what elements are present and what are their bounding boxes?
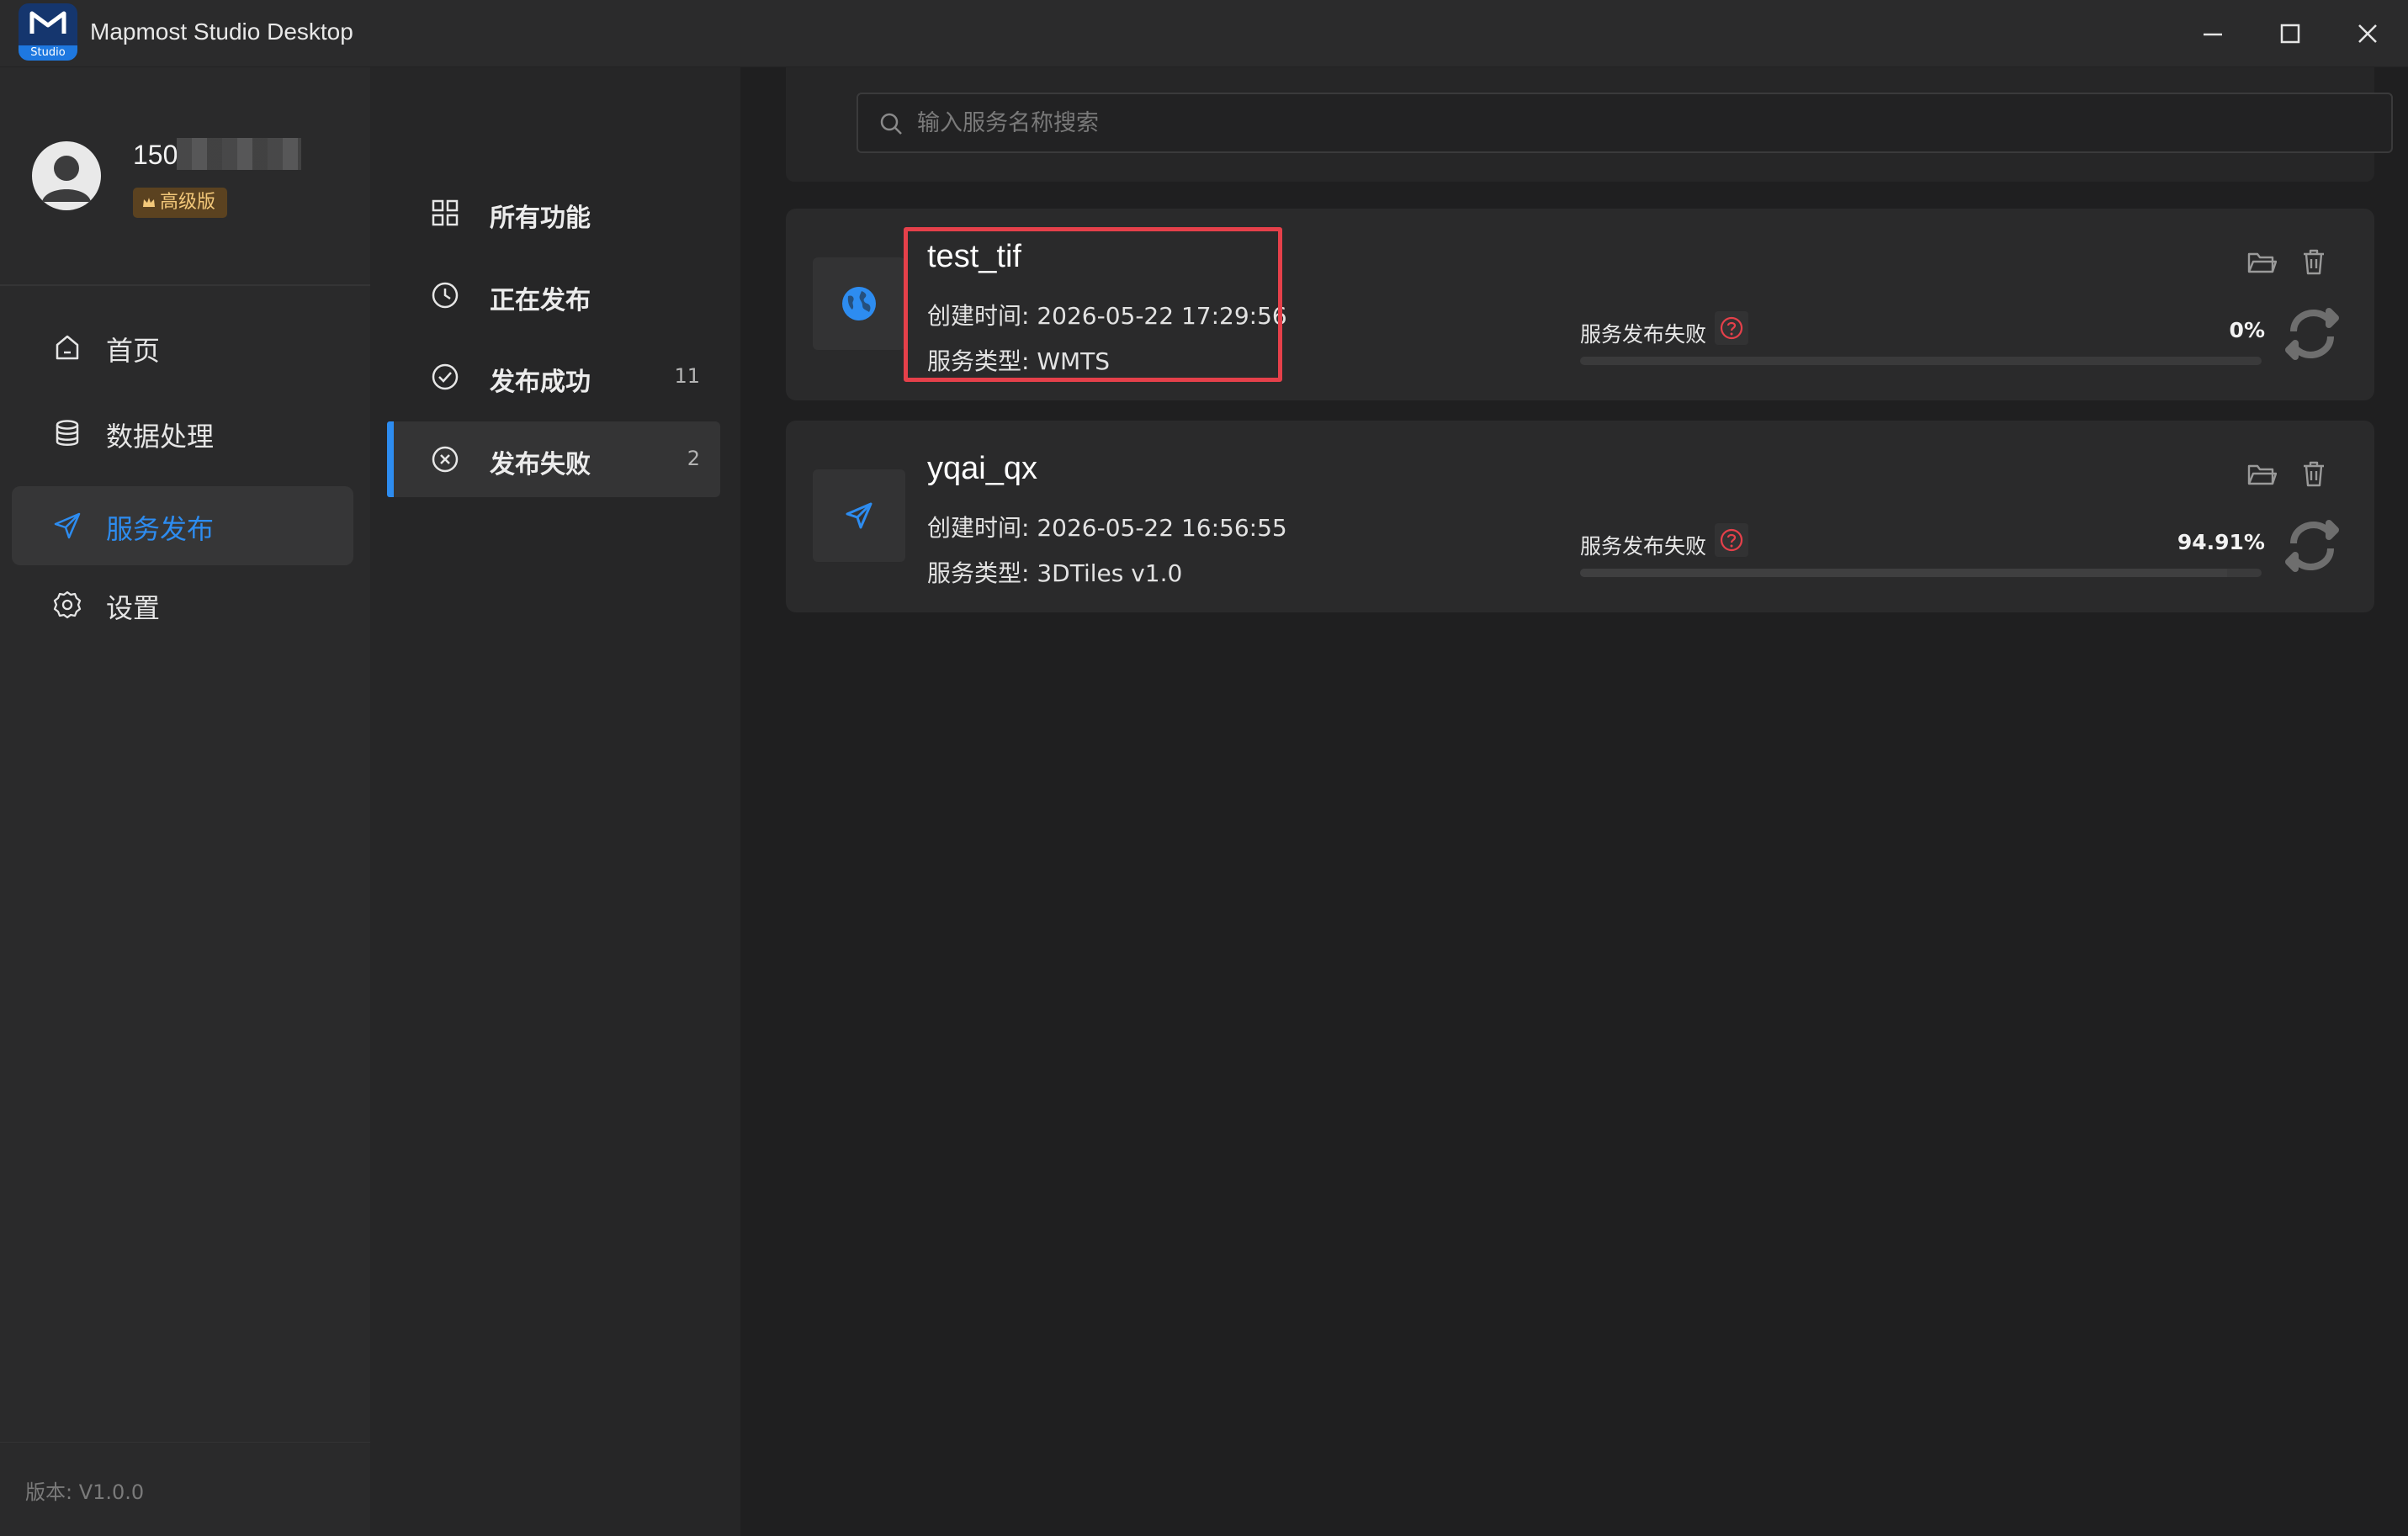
sidebar-item-label: 服务发布 xyxy=(106,513,215,545)
globe-icon xyxy=(842,287,876,320)
sidebar-divider xyxy=(0,284,370,286)
search-icon xyxy=(880,113,902,135)
error-help-button[interactable] xyxy=(1715,311,1748,345)
question-circle-icon xyxy=(1720,316,1743,340)
tier-label: 高级版 xyxy=(160,192,216,213)
sidebar-item-settings[interactable]: 设置 xyxy=(12,565,353,644)
subnav-item-count: 11 xyxy=(674,364,700,388)
trash-icon[interactable] xyxy=(2300,459,2327,488)
trash-icon[interactable] xyxy=(2300,247,2327,276)
x-circle-icon xyxy=(432,446,459,473)
subnav-item-success[interactable]: 发布成功 11 xyxy=(390,339,720,415)
progress-percent: 0% xyxy=(2229,318,2265,342)
user-name: 150 xyxy=(133,140,178,170)
maximize-button[interactable] xyxy=(2268,12,2312,56)
user-icon xyxy=(42,156,91,202)
subnav-item-all[interactable]: 所有功能 xyxy=(390,175,720,251)
progress-bar xyxy=(1580,357,2262,365)
subnav-item-label: 正在发布 xyxy=(490,286,591,315)
tier-badge: 高级版 xyxy=(133,188,228,218)
service-card[interactable]: test_tif 创建时间: 2026-05-22 17:29:56 服务类型:… xyxy=(786,209,2374,400)
error-help-button[interactable] xyxy=(1715,523,1748,557)
subnav-item-label: 发布失败 xyxy=(490,450,591,479)
app-logo: Studio xyxy=(19,3,77,61)
service-thumbnail xyxy=(813,469,905,562)
avatar[interactable] xyxy=(32,141,101,210)
status-label: 服务发布失败 xyxy=(1580,322,1707,347)
close-icon xyxy=(2358,24,2377,43)
home-icon xyxy=(56,335,79,360)
publish-subnav: 所有功能 正在发布 发布成功 11 发布失败 2 xyxy=(370,67,740,1536)
highlight-box xyxy=(904,227,1282,382)
subnav-item-count: 2 xyxy=(687,447,700,470)
main-content: test_tif 创建时间: 2026-05-22 17:29:56 服务类型:… xyxy=(740,67,2408,1536)
progress-bar xyxy=(1580,569,2262,577)
sidebar-footer-divider xyxy=(0,1442,370,1443)
version-label: 版本: V1.0.0 xyxy=(25,1480,145,1504)
progress-fill xyxy=(1580,569,2227,577)
subnav-item-label: 所有功能 xyxy=(490,204,591,233)
search-input[interactable] xyxy=(917,94,2364,151)
sidebar-item-data-processing[interactable]: 数据处理 xyxy=(12,394,353,473)
grid-icon xyxy=(432,199,459,226)
logo-badge: Studio xyxy=(19,45,77,61)
sidebar-item-label: 首页 xyxy=(106,335,161,367)
sidebar-item-service-publish[interactable]: 服务发布 xyxy=(12,486,353,565)
search-box[interactable] xyxy=(857,93,2393,153)
folder-icon[interactable] xyxy=(2246,461,2277,488)
status-label: 服务发布失败 xyxy=(1580,534,1707,559)
minimize-button[interactable] xyxy=(2191,12,2235,56)
gear-icon xyxy=(53,591,82,619)
send-icon xyxy=(54,512,81,539)
service-name: yqai_qx xyxy=(927,451,1037,486)
title-bar: Studio Mapmost Studio Desktop xyxy=(0,0,2408,67)
subnav-item-publishing[interactable]: 正在发布 xyxy=(390,257,720,333)
sidebar-item-label: 数据处理 xyxy=(106,421,215,453)
send-icon xyxy=(846,502,873,529)
retry-icon[interactable] xyxy=(2285,305,2339,363)
mapmost-logo-icon xyxy=(29,11,66,34)
folder-icon[interactable] xyxy=(2246,249,2277,276)
subnav-item-failed[interactable]: 发布失败 2 xyxy=(387,421,720,497)
crown-icon xyxy=(143,198,155,207)
progress-percent: 94.91% xyxy=(2177,530,2265,554)
minimize-icon xyxy=(2204,33,2222,36)
retry-icon[interactable] xyxy=(2285,516,2339,575)
main-sidebar: 150 高级版 首页 数据处理 服务发布 设置 版本: V1.0.0 xyxy=(0,67,370,1536)
maximize-icon xyxy=(2280,24,2300,44)
window-title: Mapmost Studio Desktop xyxy=(90,19,353,45)
question-circle-icon xyxy=(1720,528,1743,552)
search-panel xyxy=(786,67,2393,182)
subnav-item-label: 发布成功 xyxy=(490,368,591,397)
sidebar-item-label: 设置 xyxy=(106,592,161,624)
service-card[interactable]: yqai_qx 创建时间: 2026-05-22 16:56:55 服务类型: … xyxy=(786,421,2374,612)
check-circle-icon xyxy=(432,363,459,390)
redacted-name-mask xyxy=(177,138,301,170)
service-type: 服务类型: 3DTiles v1.0 xyxy=(927,559,1183,587)
sidebar-item-home[interactable]: 首页 xyxy=(12,308,353,387)
clock-icon xyxy=(432,282,459,309)
service-thumbnail xyxy=(813,257,905,350)
close-button[interactable] xyxy=(2346,12,2389,56)
service-created-time: 创建时间: 2026-05-22 16:56:55 xyxy=(927,514,1287,542)
database-icon xyxy=(56,420,79,446)
